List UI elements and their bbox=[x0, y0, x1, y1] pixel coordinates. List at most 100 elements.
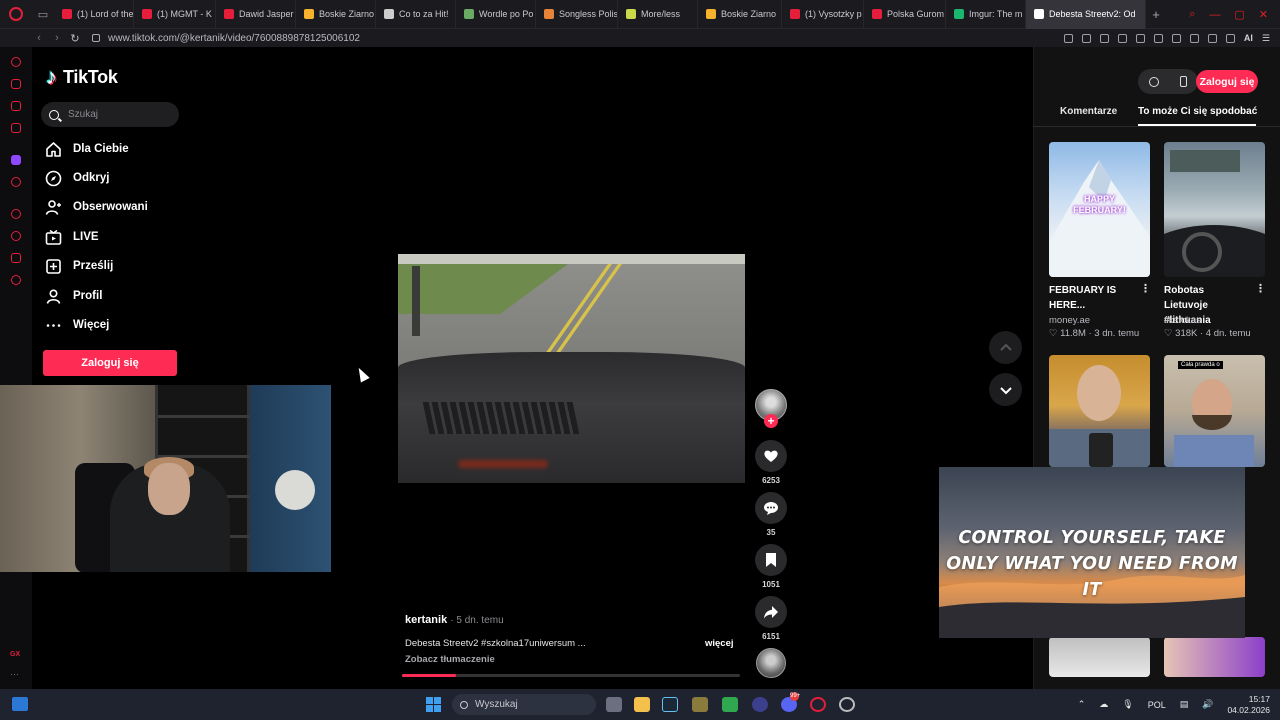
back-icon[interactable]: ‹ bbox=[30, 32, 48, 44]
language-indicator[interactable]: POL bbox=[1148, 700, 1166, 710]
chevron-up-icon[interactable]: ⌃ bbox=[1078, 699, 1086, 710]
search-input[interactable] bbox=[68, 109, 168, 120]
heart-icon[interactable] bbox=[1153, 33, 1163, 43]
video-progress-bar[interactable] bbox=[402, 674, 740, 677]
minimize-icon[interactable]: — bbox=[1209, 9, 1220, 21]
nav-following[interactable]: Obserwowani bbox=[45, 196, 148, 218]
author-name[interactable]: kertanik bbox=[405, 614, 447, 626]
video-player[interactable] bbox=[398, 254, 745, 483]
nav-explore[interactable]: Odkryj bbox=[45, 167, 109, 189]
share-icon[interactable] bbox=[1189, 33, 1199, 43]
comment-button[interactable] bbox=[755, 492, 787, 524]
tab-comments[interactable]: Komentarze bbox=[1060, 106, 1117, 117]
start-button[interactable] bbox=[426, 697, 441, 712]
cart-icon[interactable] bbox=[11, 79, 21, 89]
device-icon[interactable] bbox=[1180, 76, 1188, 87]
shield-icon[interactable] bbox=[1099, 33, 1109, 43]
browser-tab[interactable]: (1) MGMT - K bbox=[134, 0, 216, 29]
save-button[interactable] bbox=[755, 544, 787, 576]
nav-more[interactable]: Więcej bbox=[45, 314, 109, 336]
browser-tab[interactable]: (1) Vysotzky p bbox=[782, 0, 864, 29]
next-video-button[interactable] bbox=[989, 373, 1022, 406]
search-box[interactable] bbox=[41, 102, 179, 127]
cloud-icon[interactable]: ☁ bbox=[1099, 699, 1108, 710]
browser-tab[interactable]: Boskie Ziarno bbox=[296, 0, 376, 29]
lock-icon[interactable] bbox=[92, 34, 100, 42]
browser-tab[interactable]: (1) Lord of the bbox=[54, 0, 134, 29]
history-icon[interactable] bbox=[11, 231, 21, 241]
file-explorer-icon[interactable] bbox=[634, 697, 650, 712]
player-icon[interactable] bbox=[11, 209, 21, 219]
browser-tab[interactable]: Imgur: The m bbox=[946, 0, 1026, 29]
steam-icon[interactable] bbox=[662, 697, 678, 712]
recommended-title[interactable]: FEBRUARY IS HERE... bbox=[1049, 283, 1134, 313]
tiktok-logo[interactable]: ♪ TikTok bbox=[46, 66, 118, 88]
discord-icon[interactable] bbox=[11, 177, 21, 187]
login-button[interactable]: Zaloguj się bbox=[43, 350, 177, 376]
task-view-icon[interactable] bbox=[606, 697, 622, 712]
browser-tab[interactable]: Polska Gurom bbox=[864, 0, 946, 29]
browser-tab[interactable]: Debesta Streetv2: Od× bbox=[1026, 0, 1146, 29]
reload-icon[interactable]: ↻ bbox=[66, 32, 84, 45]
tab-menu-icon[interactable]: ▭ bbox=[32, 0, 54, 29]
gx-icon[interactable]: GX bbox=[10, 651, 20, 658]
recommended-thumbnail[interactable] bbox=[1049, 355, 1150, 467]
search-icon[interactable] bbox=[49, 109, 59, 120]
previous-video-button[interactable] bbox=[989, 331, 1022, 364]
messenger-icon[interactable] bbox=[11, 101, 21, 111]
mic-icon[interactable]: 🎙 bbox=[1122, 699, 1133, 710]
kebab-menu-icon[interactable]: ⋮ bbox=[1255, 282, 1266, 295]
player-icon[interactable] bbox=[1135, 33, 1145, 43]
recommended-thumbnail[interactable] bbox=[1049, 637, 1150, 677]
recommended-thumbnail[interactable]: Cała prawda o bbox=[1164, 355, 1265, 467]
gx-control-icon[interactable] bbox=[11, 57, 21, 67]
translate-link[interactable]: Zobacz tłumaczenie bbox=[405, 654, 495, 665]
browser-tab[interactable]: Dawid Jasper bbox=[216, 0, 296, 29]
recommended-thumbnail[interactable] bbox=[1164, 142, 1265, 277]
url-field[interactable]: www.tiktok.com/@kertanik/video/760088987… bbox=[108, 33, 360, 44]
pin-icon[interactable] bbox=[1063, 33, 1073, 43]
tab-recommended[interactable]: To może Ci się spodobać bbox=[1138, 106, 1257, 117]
search-tabs-icon[interactable]: ⌕ bbox=[1189, 8, 1195, 21]
explore-icon[interactable] bbox=[1148, 76, 1159, 87]
nav-upload[interactable]: Prześlij bbox=[45, 255, 113, 277]
nav-for-you[interactable]: Dla Ciebie bbox=[45, 138, 129, 160]
nav-live[interactable]: LIVE bbox=[45, 226, 99, 248]
nav-profile[interactable]: Profil bbox=[45, 285, 102, 307]
maximize-icon[interactable]: ▢ bbox=[1234, 8, 1244, 21]
browser-tab[interactable]: More/less bbox=[618, 0, 698, 29]
recommended-author[interactable]: tikstokas bbox=[1164, 315, 1201, 326]
browser-tab[interactable]: Wordle po Po bbox=[456, 0, 536, 29]
taskbar-search[interactable]: Wyszukaj bbox=[452, 694, 596, 715]
recommended-author[interactable]: money.ae bbox=[1049, 315, 1090, 326]
menu-icon[interactable]: ☰ bbox=[1262, 33, 1270, 44]
extensions-icon[interactable] bbox=[11, 253, 21, 263]
video-author[interactable]: kertanik · 5 dn. temu bbox=[405, 614, 504, 626]
app-icon[interactable] bbox=[752, 697, 768, 712]
more-dots-icon[interactable]: ··· bbox=[10, 669, 19, 679]
recommended-thumbnail[interactable] bbox=[1164, 637, 1265, 677]
browser-tab[interactable]: Songless Polis bbox=[536, 0, 618, 29]
snapshot-icon[interactable] bbox=[1081, 33, 1091, 43]
opera-logo-icon[interactable] bbox=[0, 0, 32, 29]
game-icon[interactable] bbox=[692, 697, 708, 712]
bookmark-icon[interactable] bbox=[1117, 33, 1127, 43]
corner-icon[interactable] bbox=[11, 123, 21, 133]
app-icon[interactable] bbox=[839, 697, 855, 712]
network-icon[interactable]: ▤ bbox=[1180, 699, 1189, 710]
kebab-menu-icon[interactable]: ⋮ bbox=[1140, 282, 1151, 295]
clock[interactable]: 15:17 04.02.2026 bbox=[1227, 694, 1270, 716]
close-window-icon[interactable]: ✕ bbox=[1259, 8, 1268, 21]
forward-icon[interactable]: › bbox=[48, 32, 66, 44]
more-button[interactable]: więcej bbox=[705, 638, 734, 649]
header-login-button[interactable]: Zaloguj się bbox=[1196, 70, 1258, 93]
app-icon[interactable] bbox=[722, 697, 738, 712]
browser-tab[interactable]: Boskie Ziarno bbox=[698, 0, 782, 29]
ai-icon[interactable]: AI bbox=[1244, 33, 1253, 43]
download-icon[interactable] bbox=[1225, 33, 1235, 43]
recommended-thumbnail[interactable]: HAPPY FEBRUARY! bbox=[1049, 142, 1150, 277]
widgets-icon[interactable] bbox=[12, 697, 28, 711]
extensions-icon[interactable] bbox=[1171, 33, 1181, 43]
sound-disc[interactable] bbox=[756, 648, 786, 678]
opera-gx-icon[interactable] bbox=[810, 697, 826, 712]
